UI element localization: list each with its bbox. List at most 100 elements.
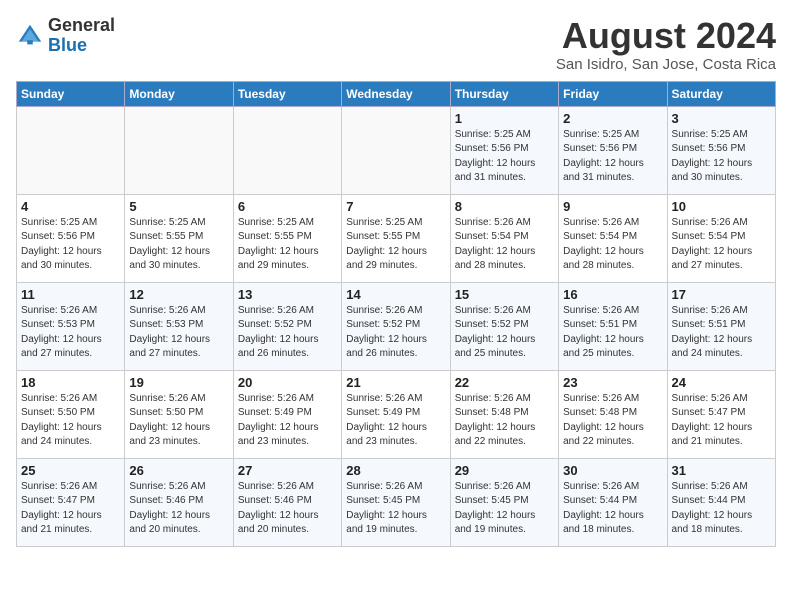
day-number: 7 — [346, 199, 445, 214]
day-detail: Sunrise: 5:26 AM Sunset: 5:52 PM Dayligh… — [346, 304, 445, 362]
calendar-cell: 8 Sunrise: 5:26 AM Sunset: 5:54 PM Daylig… — [450, 194, 558, 282]
day-detail: Sunrise: 5:25 AM Sunset: 5:56 PM Dayligh… — [672, 128, 771, 186]
day-number: 25 — [21, 463, 120, 478]
day-detail: Sunrise: 5:26 AM Sunset: 5:52 PM Dayligh… — [455, 304, 554, 362]
day-detail: Sunrise: 5:26 AM Sunset: 5:45 PM Dayligh… — [455, 480, 554, 538]
calendar-table: SundayMondayTuesdayWednesdayThursdayFrid… — [16, 81, 776, 547]
day-number: 15 — [455, 287, 554, 302]
day-detail: Sunrise: 5:26 AM Sunset: 5:49 PM Dayligh… — [346, 392, 445, 450]
day-number: 4 — [21, 199, 120, 214]
calendar-cell: 20Sunrise: 5:26 AM Sunset: 5:49 PM Dayli… — [233, 370, 341, 458]
month-title: August 2024 — [556, 16, 776, 56]
calendar-cell: 11Sunrise: 5:26 AM Sunset: 5:53 PM Dayli… — [17, 282, 125, 370]
calendar-cell: 13 Sunrise: 5:26 AM Sunset: 5:52 PM Dayli… — [233, 282, 341, 370]
day-detail: Sunrise: 5:26 AM Sunset: 5:50 PM Dayligh… — [129, 392, 228, 450]
day-number: 22 — [455, 375, 554, 390]
day-number: 18 — [21, 375, 120, 390]
calendar-cell: 4Sunrise: 5:25 AM Sunset: 5:56 PM Daylig… — [17, 194, 125, 282]
day-number: 21 — [346, 375, 445, 390]
day-number: 20 — [238, 375, 337, 390]
calendar-cell: 24 Sunrise: 5:26 AM Sunset: 5:47 PM Dayli… — [667, 370, 775, 458]
calendar-cell: 18Sunrise: 5:26 AM Sunset: 5:50 PM Dayli… — [17, 370, 125, 458]
day-number: 19 — [129, 375, 228, 390]
calendar-cell: 10Sunrise: 5:26 AM Sunset: 5:54 PM Dayli… — [667, 194, 775, 282]
calendar-cell: 27Sunrise: 5:26 AM Sunset: 5:46 PM Dayli… — [233, 458, 341, 546]
calendar-cell — [342, 106, 450, 194]
day-detail: Sunrise: 5:26 AM Sunset: 5:51 PM Dayligh… — [672, 304, 771, 362]
day-number: 12 — [129, 287, 228, 302]
day-detail: Sunrise: 5:26 AM Sunset: 5:46 PM Dayligh… — [238, 480, 337, 538]
day-detail: Sunrise: 5:25 AM Sunset: 5:55 PM Dayligh… — [129, 216, 228, 274]
calendar-cell — [125, 106, 233, 194]
calendar-cell: 31 Sunrise: 5:26 AM Sunset: 5:44 PM Dayli… — [667, 458, 775, 546]
day-number: 3 — [672, 111, 771, 126]
day-detail: Sunrise: 5:25 AM Sunset: 5:55 PM Dayligh… — [346, 216, 445, 274]
calendar-week-row: 1Sunrise: 5:25 AM Sunset: 5:56 PM Daylig… — [17, 106, 776, 194]
day-detail: Sunrise: 5:25 AM Sunset: 5:55 PM Dayligh… — [238, 216, 337, 274]
calendar-cell — [233, 106, 341, 194]
day-number: 6 — [238, 199, 337, 214]
location-subtitle: San Isidro, San Jose, Costa Rica — [556, 56, 776, 73]
calendar-cell: 2 Sunrise: 5:25 AM Sunset: 5:56 PM Daylig… — [559, 106, 667, 194]
calendar-cell: 17Sunrise: 5:26 AM Sunset: 5:51 PM Dayli… — [667, 282, 775, 370]
day-detail: Sunrise: 5:26 AM Sunset: 5:51 PM Dayligh… — [563, 304, 662, 362]
weekday-header: Sunday — [17, 81, 125, 106]
weekday-header: Monday — [125, 81, 233, 106]
calendar-cell: 5 Sunrise: 5:25 AM Sunset: 5:55 PM Daylig… — [125, 194, 233, 282]
day-number: 8 — [455, 199, 554, 214]
day-number: 2 — [563, 111, 662, 126]
day-detail: Sunrise: 5:26 AM Sunset: 5:52 PM Dayligh… — [238, 304, 337, 362]
day-detail: Sunrise: 5:26 AM Sunset: 5:44 PM Dayligh… — [563, 480, 662, 538]
day-detail: Sunrise: 5:26 AM Sunset: 5:47 PM Dayligh… — [21, 480, 120, 538]
logo-icon — [16, 22, 44, 50]
calendar-cell: 12 Sunrise: 5:26 AM Sunset: 5:53 PM Dayli… — [125, 282, 233, 370]
logo-blue-text: Blue — [48, 35, 87, 55]
day-detail: Sunrise: 5:25 AM Sunset: 5:56 PM Dayligh… — [563, 128, 662, 186]
day-number: 5 — [129, 199, 228, 214]
calendar-cell: 9 Sunrise: 5:26 AM Sunset: 5:54 PM Daylig… — [559, 194, 667, 282]
weekday-header: Friday — [559, 81, 667, 106]
weekday-header: Wednesday — [342, 81, 450, 106]
day-detail: Sunrise: 5:26 AM Sunset: 5:48 PM Dayligh… — [455, 392, 554, 450]
day-detail: Sunrise: 5:26 AM Sunset: 5:47 PM Dayligh… — [672, 392, 771, 450]
calendar-cell: 21 Sunrise: 5:26 AM Sunset: 5:49 PM Dayli… — [342, 370, 450, 458]
day-number: 10 — [672, 199, 771, 214]
calendar-cell: 3 Sunrise: 5:25 AM Sunset: 5:56 PM Daylig… — [667, 106, 775, 194]
day-detail: Sunrise: 5:26 AM Sunset: 5:46 PM Dayligh… — [129, 480, 228, 538]
day-number: 31 — [672, 463, 771, 478]
day-detail: Sunrise: 5:26 AM Sunset: 5:53 PM Dayligh… — [21, 304, 120, 362]
calendar-cell: 22 Sunrise: 5:26 AM Sunset: 5:48 PM Dayli… — [450, 370, 558, 458]
day-detail: Sunrise: 5:26 AM Sunset: 5:45 PM Dayligh… — [346, 480, 445, 538]
calendar-week-row: 25 Sunrise: 5:26 AM Sunset: 5:47 PM Dayli… — [17, 458, 776, 546]
day-number: 13 — [238, 287, 337, 302]
calendar-cell: 25 Sunrise: 5:26 AM Sunset: 5:47 PM Dayli… — [17, 458, 125, 546]
calendar-cell: 28Sunrise: 5:26 AM Sunset: 5:45 PM Dayli… — [342, 458, 450, 546]
day-number: 26 — [129, 463, 228, 478]
calendar-cell: 6 Sunrise: 5:25 AM Sunset: 5:55 PM Daylig… — [233, 194, 341, 282]
calendar-cell — [17, 106, 125, 194]
calendar-header-row: SundayMondayTuesdayWednesdayThursdayFrid… — [17, 81, 776, 106]
day-detail: Sunrise: 5:26 AM Sunset: 5:44 PM Dayligh… — [672, 480, 771, 538]
weekday-header: Saturday — [667, 81, 775, 106]
day-number: 23 — [563, 375, 662, 390]
logo: General Blue — [16, 16, 115, 56]
day-detail: Sunrise: 5:26 AM Sunset: 5:54 PM Dayligh… — [563, 216, 662, 274]
weekday-header: Thursday — [450, 81, 558, 106]
calendar-cell: 23Sunrise: 5:26 AM Sunset: 5:48 PM Dayli… — [559, 370, 667, 458]
calendar-cell: 14Sunrise: 5:26 AM Sunset: 5:52 PM Dayli… — [342, 282, 450, 370]
logo-general-text: General — [48, 15, 115, 35]
day-number: 9 — [563, 199, 662, 214]
calendar-cell: 19 Sunrise: 5:26 AM Sunset: 5:50 PM Dayli… — [125, 370, 233, 458]
day-detail: Sunrise: 5:25 AM Sunset: 5:56 PM Dayligh… — [455, 128, 554, 186]
day-number: 24 — [672, 375, 771, 390]
day-number: 16 — [563, 287, 662, 302]
calendar-cell: 7 Sunrise: 5:25 AM Sunset: 5:55 PM Daylig… — [342, 194, 450, 282]
title-block: August 2024 San Isidro, San Jose, Costa … — [556, 16, 776, 73]
calendar-cell: 15 Sunrise: 5:26 AM Sunset: 5:52 PM Dayli… — [450, 282, 558, 370]
day-detail: Sunrise: 5:26 AM Sunset: 5:53 PM Dayligh… — [129, 304, 228, 362]
calendar-cell: 26 Sunrise: 5:26 AM Sunset: 5:46 PM Dayli… — [125, 458, 233, 546]
day-detail: Sunrise: 5:26 AM Sunset: 5:54 PM Dayligh… — [455, 216, 554, 274]
calendar-week-row: 11Sunrise: 5:26 AM Sunset: 5:53 PM Dayli… — [17, 282, 776, 370]
day-number: 29 — [455, 463, 554, 478]
page-header: General Blue August 2024 San Isidro, San… — [16, 16, 776, 73]
